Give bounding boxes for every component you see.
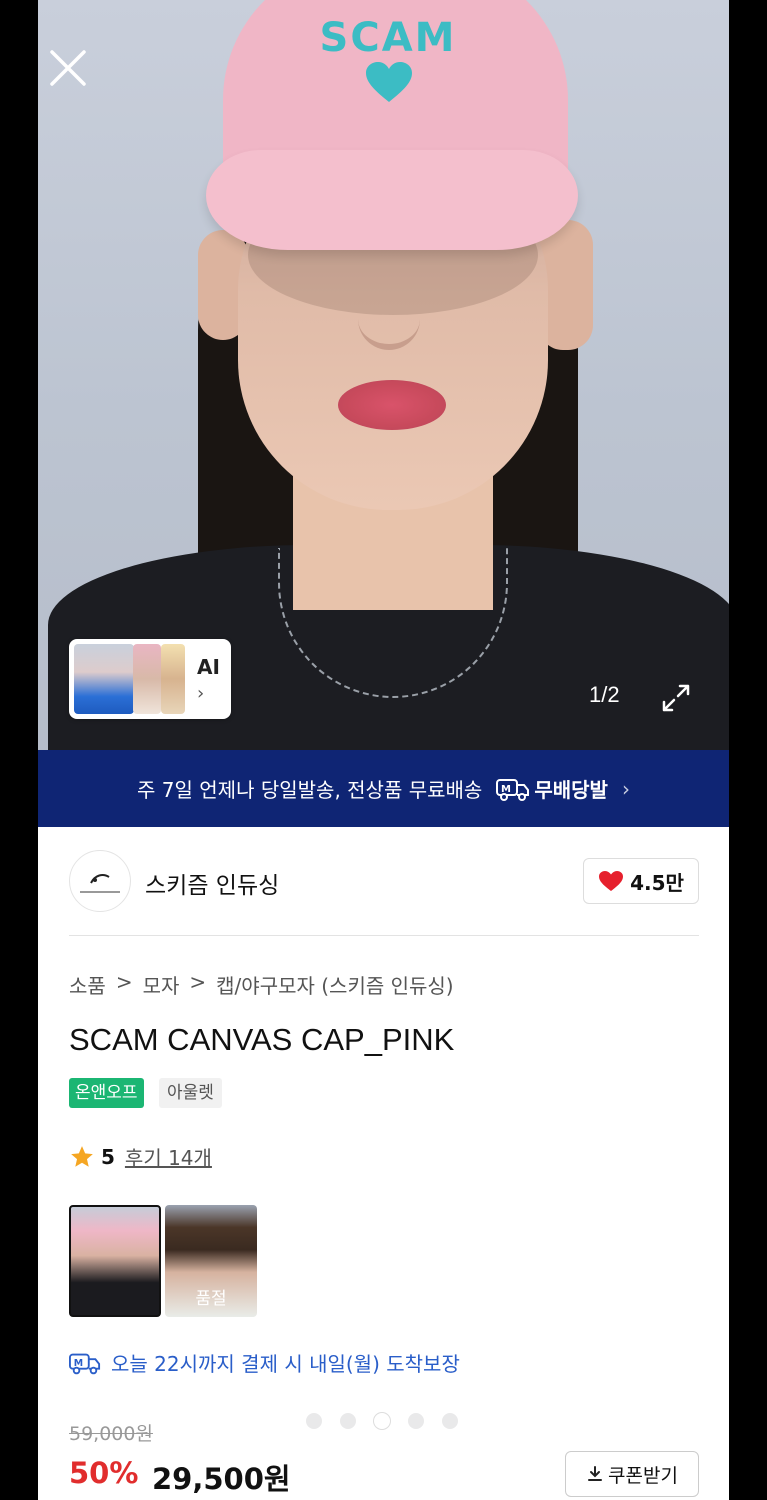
sold-out-label: 품절 — [195, 1289, 227, 1309]
ai-thumb-3 — [161, 644, 185, 714]
discount-rate: 50% — [69, 1456, 139, 1490]
ai-thumb-1 — [74, 644, 134, 714]
breadcrumb-item-hats[interactable]: 모자 — [143, 970, 180, 999]
sale-price: 29,500원 — [152, 1462, 291, 1496]
close-icon[interactable] — [46, 46, 90, 90]
tag-outlet: 아울렛 — [159, 1078, 222, 1108]
pager-dot[interactable] — [306, 1413, 322, 1429]
lips — [338, 380, 446, 430]
delivery-truck-icon: M — [496, 778, 530, 801]
image-counter: 1/2 — [589, 682, 620, 707]
original-price: 59,000원 — [69, 1423, 153, 1445]
svg-text:M: M — [501, 784, 511, 795]
tag-on-and-off: 온앤오프 — [69, 1078, 144, 1108]
rating-row: 5 후기 14개 — [69, 1142, 212, 1171]
chevron-right-icon: › — [197, 683, 205, 704]
delivery-truck-icon: M — [69, 1353, 101, 1374]
reviews-link[interactable]: 후기 14개 — [125, 1142, 212, 1171]
store-name[interactable]: 스키즘 인듀싱 — [145, 866, 279, 900]
breadcrumb-separator: > — [189, 970, 207, 994]
cap-heart-icon — [366, 62, 412, 102]
image-pager — [306, 1413, 458, 1429]
product-title: SCAM CANVAS CAP_PINK — [69, 1022, 455, 1057]
cap-logo-text: SCAM — [319, 15, 457, 61]
divider — [69, 935, 699, 936]
chevron-right-icon: › — [621, 776, 630, 801]
delivery-guarantee: M 오늘 22시까지 결제 시 내일(월) 도착보장 — [69, 1348, 460, 1377]
pager-dot-active[interactable] — [374, 1413, 390, 1429]
ai-label: AI — [197, 655, 220, 679]
ai-thumb-2 — [133, 644, 161, 714]
pager-dot[interactable] — [408, 1413, 424, 1429]
coupon-label: 쿠폰받기 — [608, 1464, 678, 1487]
expand-icon[interactable] — [658, 680, 694, 716]
store-logo[interactable] — [69, 850, 131, 912]
heart-icon — [599, 871, 624, 891]
breadcrumb-separator: > — [115, 970, 133, 994]
svg-text:M: M — [74, 1357, 83, 1368]
delivery-text: 오늘 22시까지 결제 시 내일(월) 도착보장 — [111, 1352, 460, 1376]
pager-dot[interactable] — [340, 1413, 356, 1429]
breadcrumb-item-caps[interactable]: 캡/야구모자 (스키즘 인듀싱) — [216, 970, 453, 999]
download-icon — [588, 1466, 603, 1481]
banner-brand: M 무배당발 — [496, 774, 608, 803]
like-button[interactable]: 4.5만 — [583, 858, 699, 904]
store-logo-line — [80, 891, 120, 893]
product-hero-image[interactable]: SCAM AI › 1/2 — [38, 0, 729, 750]
pager-dot[interactable] — [442, 1413, 458, 1429]
banner-brand-label: 무배당발 — [534, 778, 608, 802]
color-option-brown[interactable]: 품절 — [165, 1205, 257, 1317]
like-count: 4.5만 — [630, 870, 684, 895]
ai-similar-items-card[interactable]: AI › — [69, 639, 231, 719]
breadcrumb-item-accessories[interactable]: 소품 — [69, 970, 106, 999]
cap-brim — [206, 150, 578, 250]
coupon-button[interactable]: 쿠폰받기 — [565, 1451, 699, 1497]
store-logo-mark — [90, 874, 110, 884]
shipping-banner[interactable]: 주 7일 언제나 당일발송, 전상품 무료배송 M 무배당발 › — [38, 750, 729, 827]
color-option-pink[interactable] — [69, 1205, 161, 1317]
product-page: SCAM AI › 1/2 주 7일 언제나 당일발송, 전상품 무료배송 M … — [38, 0, 729, 1500]
breadcrumb: 소품 > 모자 > 캡/야구모자 (스키즘 인듀싱) — [69, 970, 454, 999]
nose — [358, 270, 420, 350]
star-icon — [71, 1145, 93, 1167]
banner-message: 주 7일 언제나 당일발송, 전상품 무료배송 — [137, 778, 483, 802]
rating-score: 5 — [101, 1144, 115, 1169]
